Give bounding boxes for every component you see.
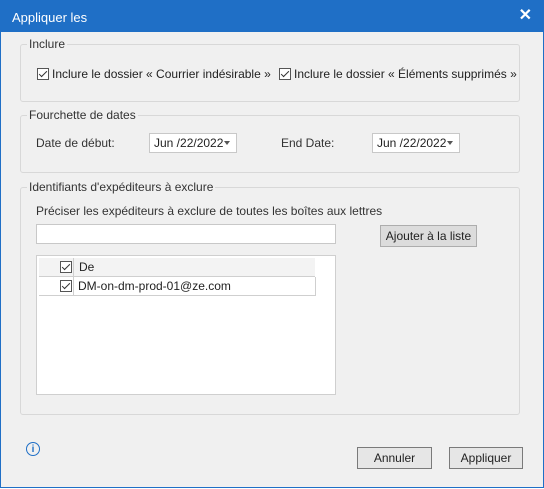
include-junk-label: Inclure le dossier « Courrier indésirabl… bbox=[52, 67, 271, 81]
row-checkbox[interactable] bbox=[60, 280, 72, 292]
sender-exclusion-group: Identifiants d'expéditeurs à exclure Pré… bbox=[20, 180, 520, 415]
window-title: Appliquer les bbox=[12, 10, 88, 25]
sender-instruction: Préciser les expéditeurs à exclure de to… bbox=[36, 204, 383, 218]
end-date-picker[interactable]: Jun /22/2022 bbox=[372, 133, 460, 153]
grid-column-separator bbox=[73, 258, 74, 276]
sender-input[interactable] bbox=[36, 224, 336, 244]
grid-header-de: De bbox=[79, 260, 95, 274]
close-icon[interactable]: ✕ bbox=[519, 5, 532, 25]
senders-grid: De DM-on-dm-prod-01@ze.com bbox=[36, 255, 336, 395]
add-to-list-button[interactable]: Ajouter à la liste bbox=[380, 225, 477, 247]
start-date-label: Date de début: bbox=[36, 136, 115, 150]
apply-button[interactable]: Appliquer bbox=[449, 447, 523, 469]
start-date-value: Jun /22/2022 bbox=[154, 136, 224, 150]
chevron-down-icon bbox=[224, 141, 230, 145]
start-date-picker[interactable]: Jun /22/2022 bbox=[149, 133, 237, 153]
sender-exclusion-group-title: Identifiants d'expéditeurs à exclure bbox=[27, 180, 216, 194]
grid-header-row: De bbox=[39, 258, 315, 277]
sender-email: DM-on-dm-prod-01@ze.com bbox=[78, 279, 231, 293]
end-date-label: End Date: bbox=[281, 136, 335, 150]
include-group-title: Inclure bbox=[27, 37, 68, 51]
cancel-button[interactable]: Annuler bbox=[357, 447, 432, 469]
include-group: Inclure Inclure le dossier « Courrier in… bbox=[20, 37, 520, 102]
include-deleted-checkbox[interactable]: Inclure le dossier « Éléments supprimés … bbox=[279, 67, 517, 81]
date-range-group: Fourchette de dates Date de début: Jun /… bbox=[20, 108, 520, 173]
checkbox-checked-icon bbox=[37, 68, 49, 80]
date-range-group-title: Fourchette de dates bbox=[27, 108, 138, 122]
chevron-down-icon bbox=[447, 141, 453, 145]
title-bar: Appliquer les ✕ bbox=[0, 0, 544, 32]
info-icon[interactable]: i bbox=[26, 442, 40, 456]
checkbox-checked-icon bbox=[279, 68, 291, 80]
select-all-checkbox[interactable] bbox=[60, 261, 72, 273]
dialog-body: Inclure Inclure le dossier « Courrier in… bbox=[0, 32, 544, 488]
grid-column-separator bbox=[73, 277, 74, 295]
end-date-value: Jun /22/2022 bbox=[377, 136, 447, 150]
table-row[interactable]: DM-on-dm-prod-01@ze.com bbox=[39, 277, 316, 296]
include-junk-checkbox[interactable]: Inclure le dossier « Courrier indésirabl… bbox=[37, 67, 271, 81]
include-deleted-label: Inclure le dossier « Éléments supprimés … bbox=[294, 67, 517, 81]
